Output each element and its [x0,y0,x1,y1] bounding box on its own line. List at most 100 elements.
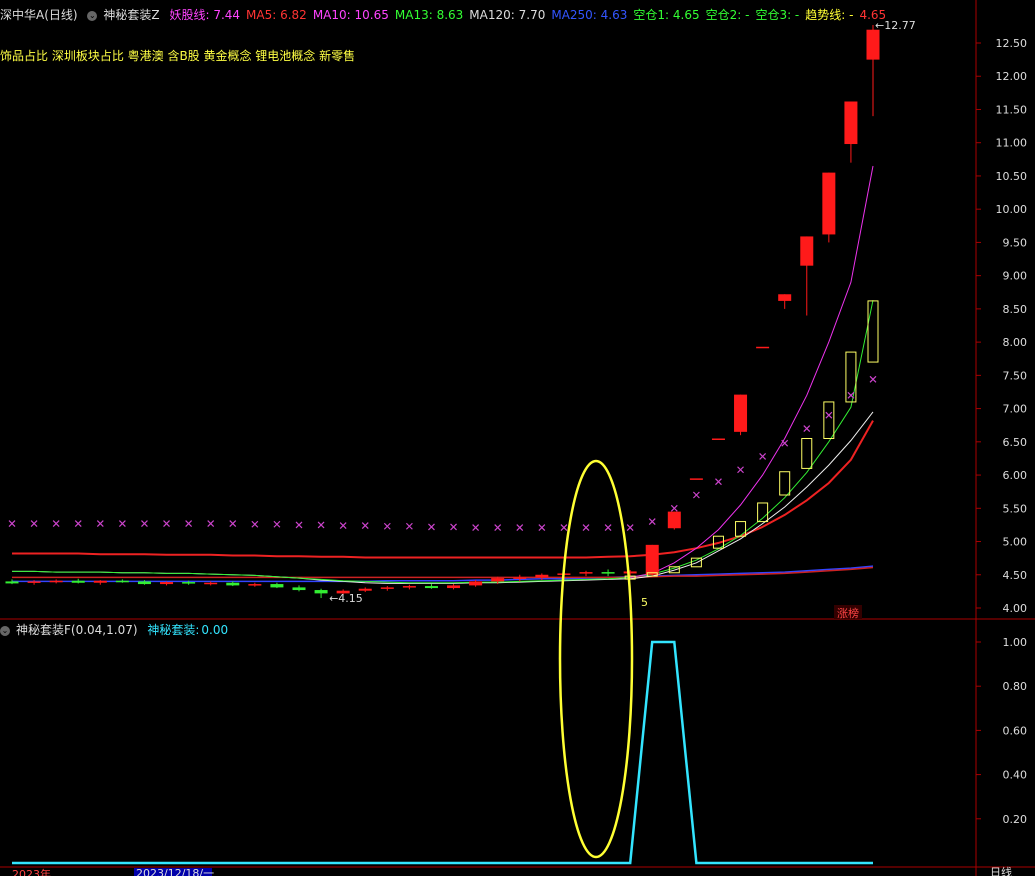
header-item: 趋势线: - [805,8,854,22]
trend-box [823,401,835,439]
yaogu-marker [560,524,568,531]
header-item: 空仓1: 4.65 [633,8,700,22]
yaogu-marker [781,439,789,447]
sub-indicator-name[interactable]: 神秘套装F(0.04,1.07) [16,623,138,637]
candle-body [402,586,416,588]
yaogu-marker [317,521,325,529]
yaogu-marker [648,518,656,526]
yaogu-marker [472,524,480,531]
sub-y-tick-label: 0.20 [1003,813,1028,826]
limit-badge: 涨榜 [837,606,859,620]
yaogu-marker [869,375,877,383]
concept-tags: 饰品占比 深圳板块占比 粤港澳 含B股 黄金概念 锂电池概念 新零售 [0,49,356,63]
y-tick-label: 10.00 [996,203,1028,216]
candle-body [226,582,240,586]
candle-body [27,581,41,583]
y-tick-label: 8.00 [1003,336,1028,349]
y-tick-label: 5.00 [1003,536,1028,549]
yaogu-marker [692,491,700,499]
yaogu-marker [8,520,16,528]
y-tick-label: 11.50 [996,103,1028,116]
candle-body [734,394,748,432]
y-tick-label: 8.50 [1003,303,1028,316]
yaogu-marker [715,478,722,486]
y-tick-label: 10.50 [996,170,1028,183]
yaogu-marker [759,453,767,460]
y-tick-label: 12.00 [996,70,1028,83]
candle-body [601,572,615,574]
candle-body [844,101,858,145]
trend-box [779,471,791,496]
candle-body [314,590,328,594]
header-item: MA250: 4.63 [551,8,628,22]
header-item: 空仓2: - [705,8,750,22]
candle-body [358,588,372,591]
yaogu-marker [118,520,126,528]
yaogu-marker [30,520,38,528]
header-item: MA120: 7.70 [469,8,546,22]
candle-body [5,581,19,584]
yaogu-marker [141,520,148,528]
candle-body [645,544,659,575]
stock-name: 深中华A(日线) [0,8,78,22]
ma10-line [630,165,874,578]
candle-body [689,478,703,480]
candle-body [756,346,770,349]
yaogu-marker [207,520,215,528]
y-tick-label: 9.00 [1003,270,1028,283]
yaogu-marker [825,411,833,419]
yaogu-marker [428,523,435,531]
y-tick-label: 9.50 [1003,236,1028,249]
header-item: 4.65 [859,8,887,22]
ma13-line [12,300,874,584]
candle-body [866,29,880,60]
yaogu-marker [273,520,281,528]
date-label: 2023/12/18/一 [136,867,214,876]
candle-body [447,585,461,589]
yaogu-marker [229,520,237,528]
sub-y-tick-label: 0.80 [1003,680,1028,693]
candle-body [71,580,85,583]
yaogu-marker [405,522,413,530]
sub-header: ⌄ 神秘套装F(0.04,1.07) 神秘套装: 0.00 [0,621,234,639]
indicator-values: 妖股线: 7.44 MA5: 6.82 MA10: 10.65 MA13: 8.63 M… [169,8,892,22]
candle-body [380,587,394,589]
sub-indicator-line [12,640,873,865]
trend-box [867,300,879,363]
candle-body [182,582,196,584]
yaogu-marker [52,520,60,528]
yaogu-marker [516,524,524,531]
sub-indicator-label: 神秘套装: [147,623,200,637]
yaogu-marker [803,425,811,432]
candle-body [711,438,725,440]
candle-body [822,172,836,235]
candle-body [292,587,306,591]
header-item: 妖股线: 7.44 [169,8,241,22]
header-item: MA10: 10.65 [312,8,389,22]
candle-body [137,581,151,585]
yaogu-marker [450,523,457,531]
trend-box [801,438,813,469]
year-label: 2023年 [12,867,51,876]
yaogu-marker [339,522,347,530]
y-tick-label: 5.50 [1003,502,1028,515]
header-item: 空仓3: - [755,8,800,22]
candle-body [204,582,218,585]
low-price-label: ←4.15 [329,592,363,605]
collapse-icon[interactable]: ⌄ [0,625,10,636]
indicator-name[interactable]: 神秘套装Z [103,8,159,22]
collapse-icon[interactable]: ⌄ [87,10,98,21]
period-label: 日线 [990,865,1012,876]
yaogu-marker [582,524,590,531]
candle-body [270,584,284,588]
stock-chart-canvas[interactable]: 4.00 4.50 5.00 5.50 6.00 6.50 7.00 7.50 8.00 8.50… [0,0,1035,876]
sub-y-tick-label: 0.60 [1003,724,1028,737]
y-tick-label: 7.00 [1003,403,1028,416]
y-tick-label: 6.50 [1003,436,1028,449]
header-item: MA5: 6.82 [246,8,307,22]
candle-body [424,586,438,589]
candle-body [535,574,549,578]
candle-body [667,511,681,529]
yaogu-marker [626,524,634,531]
candle-body [248,584,262,586]
